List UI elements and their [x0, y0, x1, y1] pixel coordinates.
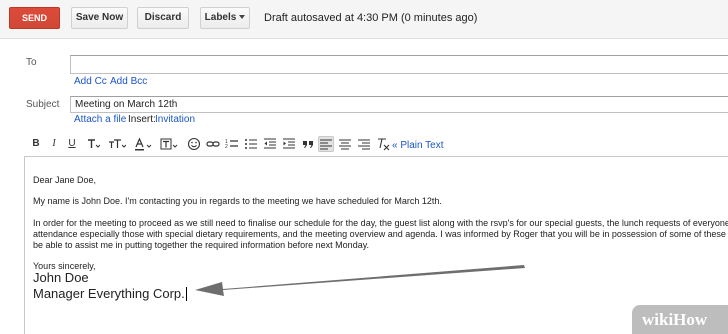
- quote-icon[interactable]: [301, 136, 315, 152]
- add-bcc-link[interactable]: Add Bcc: [110, 76, 147, 87]
- draft-status: Draft autosaved at 4:30 PM (0 minutes ag…: [264, 12, 478, 24]
- emoji-icon[interactable]: [187, 136, 201, 152]
- remove-formatting-icon[interactable]: [376, 136, 390, 152]
- save-now-button[interactable]: Save Now: [71, 7, 128, 29]
- signature-title-text: Manager Everything Corp.: [33, 286, 185, 301]
- align-left-icon[interactable]: [318, 136, 334, 152]
- to-label: To: [26, 57, 37, 68]
- italic-button[interactable]: I: [48, 136, 60, 152]
- insert-invitation-link[interactable]: Invitation: [155, 114, 195, 125]
- body-intro: My name is John Doe. I'm contacting you …: [33, 196, 442, 206]
- message-body[interactable]: Dear Jane Doe, My name is John Doe. I'm …: [24, 156, 728, 334]
- to-field[interactable]: [70, 55, 728, 74]
- wikihow-watermark: wikiHow: [632, 305, 728, 334]
- add-cc-link[interactable]: Add Cc: [74, 76, 107, 87]
- body-greeting: Dear Jane Doe,: [33, 175, 97, 185]
- numbered-list-icon[interactable]: 12: [225, 136, 239, 152]
- align-center-icon[interactable]: [338, 136, 352, 152]
- formatting-toolbar: B I U 12: [24, 134, 728, 155]
- text-color-icon[interactable]: [134, 136, 152, 152]
- plain-text-link[interactable]: « Plain Text: [392, 140, 444, 151]
- indent-more-icon[interactable]: [282, 136, 296, 152]
- align-right-icon[interactable]: [357, 136, 371, 152]
- bold-button[interactable]: B: [30, 136, 42, 152]
- send-button[interactable]: SEND: [9, 7, 60, 29]
- subject-label: Subject: [26, 99, 60, 110]
- insert-label: Insert:: [128, 114, 156, 125]
- body-line-2: attendance especially those with special…: [33, 229, 726, 239]
- font-size-icon[interactable]: [108, 136, 126, 152]
- labels-button[interactable]: Labels: [200, 7, 250, 29]
- signature-title: Manager Everything Corp.: [33, 286, 187, 301]
- discard-button[interactable]: Discard: [137, 7, 189, 29]
- chevron-down-icon: [239, 15, 246, 20]
- signature-name: John Doe: [33, 270, 89, 285]
- underline-button[interactable]: U: [66, 136, 78, 152]
- bulleted-list-icon[interactable]: [244, 136, 258, 152]
- body-line-3: be able to assist me in putting together…: [33, 240, 370, 250]
- annotation-arrow-icon: [195, 265, 525, 296]
- font-icon[interactable]: [86, 136, 100, 152]
- labels-button-label: Labels: [204, 12, 237, 23]
- indent-less-icon[interactable]: [263, 136, 277, 152]
- watermark-text: wikiHow: [642, 310, 708, 329]
- highlight-color-icon[interactable]: [160, 136, 178, 152]
- attach-file-link[interactable]: Attach a file: [74, 114, 126, 125]
- body-line-1: In order for the meeting to proceed as w…: [33, 218, 728, 228]
- svg-text:2: 2: [225, 144, 228, 150]
- subject-field[interactable]: Meeting on March 12th: [70, 96, 728, 113]
- compose-toolbar: SEND Save Now Discard Labels Draft autos…: [0, 0, 728, 39]
- link-icon[interactable]: [206, 136, 220, 152]
